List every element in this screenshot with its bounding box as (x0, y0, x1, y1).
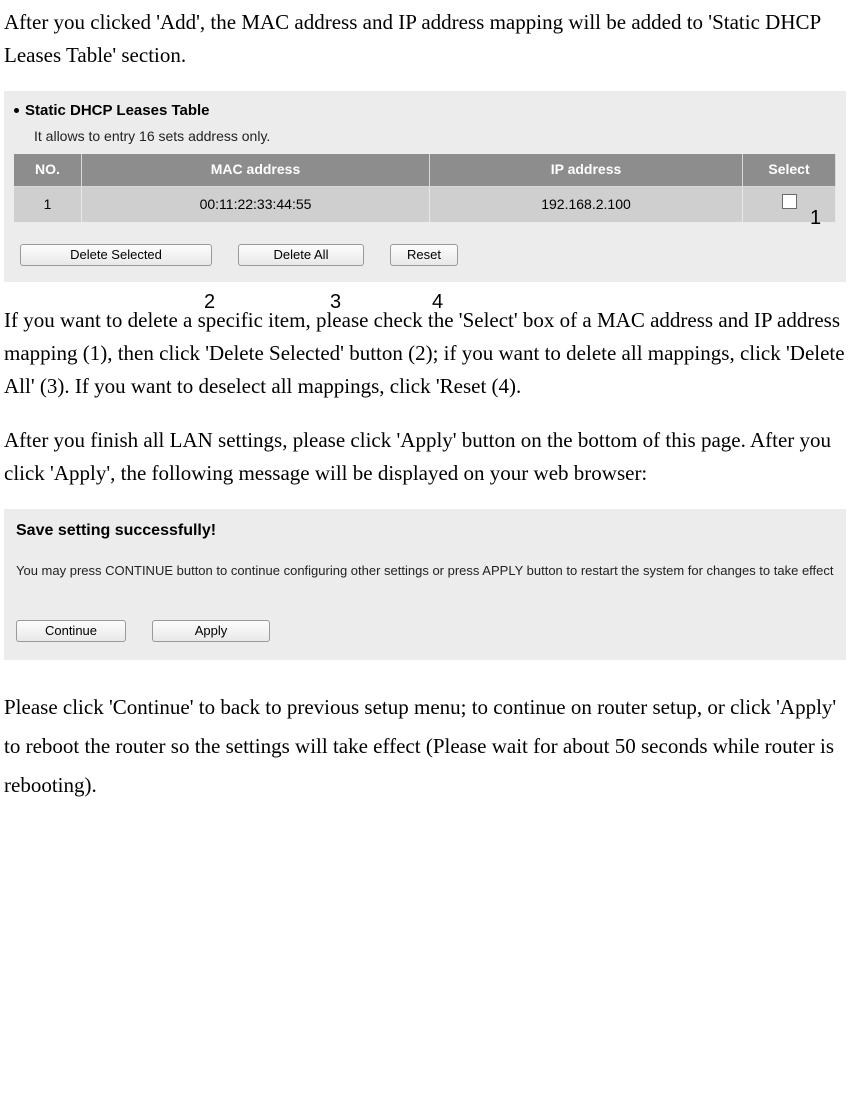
paragraph-intro: After you clicked 'Add', the MAC address… (4, 6, 846, 71)
panel-subtext: It allows to entry 16 sets address only. (34, 126, 836, 148)
delete-selected-button[interactable]: Delete Selected (20, 244, 212, 266)
annotation-2: 2 (204, 287, 215, 318)
save-title: Save setting successfully! (16, 519, 834, 544)
th-no: NO. (14, 154, 82, 186)
th-mac: MAC address (82, 154, 430, 186)
continue-button[interactable]: Continue (16, 620, 126, 642)
paragraph-delete-instructions: If you want to delete a specific item, p… (4, 304, 846, 402)
table-header-row: NO. MAC address IP address Select (14, 154, 836, 186)
paragraph-continue-apply: Please click 'Continue' to back to previ… (4, 688, 846, 805)
annotation-1: 1 (810, 203, 821, 234)
bullet-icon (14, 108, 19, 113)
save-button-row: Continue Apply (16, 620, 834, 642)
static-dhcp-panel: Static DHCP Leases Table It allows to en… (4, 91, 846, 282)
cell-mac: 00:11:22:33:44:55 (82, 186, 430, 222)
save-message: You may press CONTINUE button to continu… (16, 562, 834, 580)
table-row: 1 00:11:22:33:44:55 192.168.2.100 (14, 186, 836, 222)
select-checkbox[interactable] (782, 194, 797, 209)
delete-all-button[interactable]: Delete All (238, 244, 364, 266)
th-select: Select (743, 154, 836, 186)
annotation-3: 3 (330, 287, 341, 318)
th-ip: IP address (430, 154, 743, 186)
annotation-4: 4 (432, 287, 443, 318)
cell-ip: 192.168.2.100 (430, 186, 743, 222)
cell-select (743, 186, 836, 222)
apply-button[interactable]: Apply (152, 620, 270, 642)
leases-table: NO. MAC address IP address Select 1 00:1… (14, 154, 836, 222)
cell-no: 1 (14, 186, 82, 222)
save-panel: Save setting successfully! You may press… (4, 509, 846, 660)
paragraph-apply-instructions: After you finish all LAN settings, pleas… (4, 424, 846, 489)
panel-heading-text: Static DHCP Leases Table (25, 99, 210, 122)
panel-heading: Static DHCP Leases Table (14, 99, 836, 122)
button-row: Delete Selected Delete All Reset (20, 244, 836, 266)
reset-button[interactable]: Reset (390, 244, 458, 266)
